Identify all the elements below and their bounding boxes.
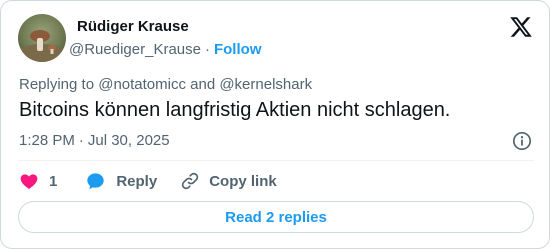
copy-link-label: Copy link [209,172,277,190]
reply-label: Reply [116,172,158,190]
replying-to-text: Replying to @notatomicc and @kernelshark [19,76,313,93]
author-name[interactable]: Rüdiger Krause [77,17,189,37]
handle-separator: · [204,41,210,58]
author-handle-row: @Ruediger_Krause · Follow [69,40,261,60]
like-count: 1 [49,172,58,190]
read-replies-button[interactable]: Read 2 replies [18,201,534,233]
tweet-timestamp[interactable]: 1:28 PM · Jul 30, 2025 [19,131,170,151]
divider [18,160,534,161]
copy-link-button[interactable]: Copy link [180,171,277,191]
speech-bubble-icon [85,171,106,191]
tweet-time: 1:28 PM [19,132,75,149]
timestamp-separator: · [78,132,84,149]
read-replies-label: Read 2 replies [225,208,327,226]
like-button[interactable]: 1 [19,171,57,191]
avatar[interactable] [18,14,66,62]
tweet-date: Jul 30, 2025 [87,132,170,149]
tweet-text: Bitcoins können langfristig Aktien nicht… [19,99,451,121]
follow-button[interactable]: Follow [214,41,262,58]
heart-icon [19,171,39,191]
info-icon[interactable] [512,131,532,151]
x-logo-icon[interactable] [509,15,533,39]
reply-button[interactable]: Reply [85,171,157,191]
action-bar: 1 Reply Copy link [19,170,277,192]
author-handle[interactable]: @Ruediger_Krause [69,41,201,58]
tweet-card: Rüdiger Krause @Ruediger_Krause · Follow R… [0,0,550,249]
link-icon [180,171,200,191]
